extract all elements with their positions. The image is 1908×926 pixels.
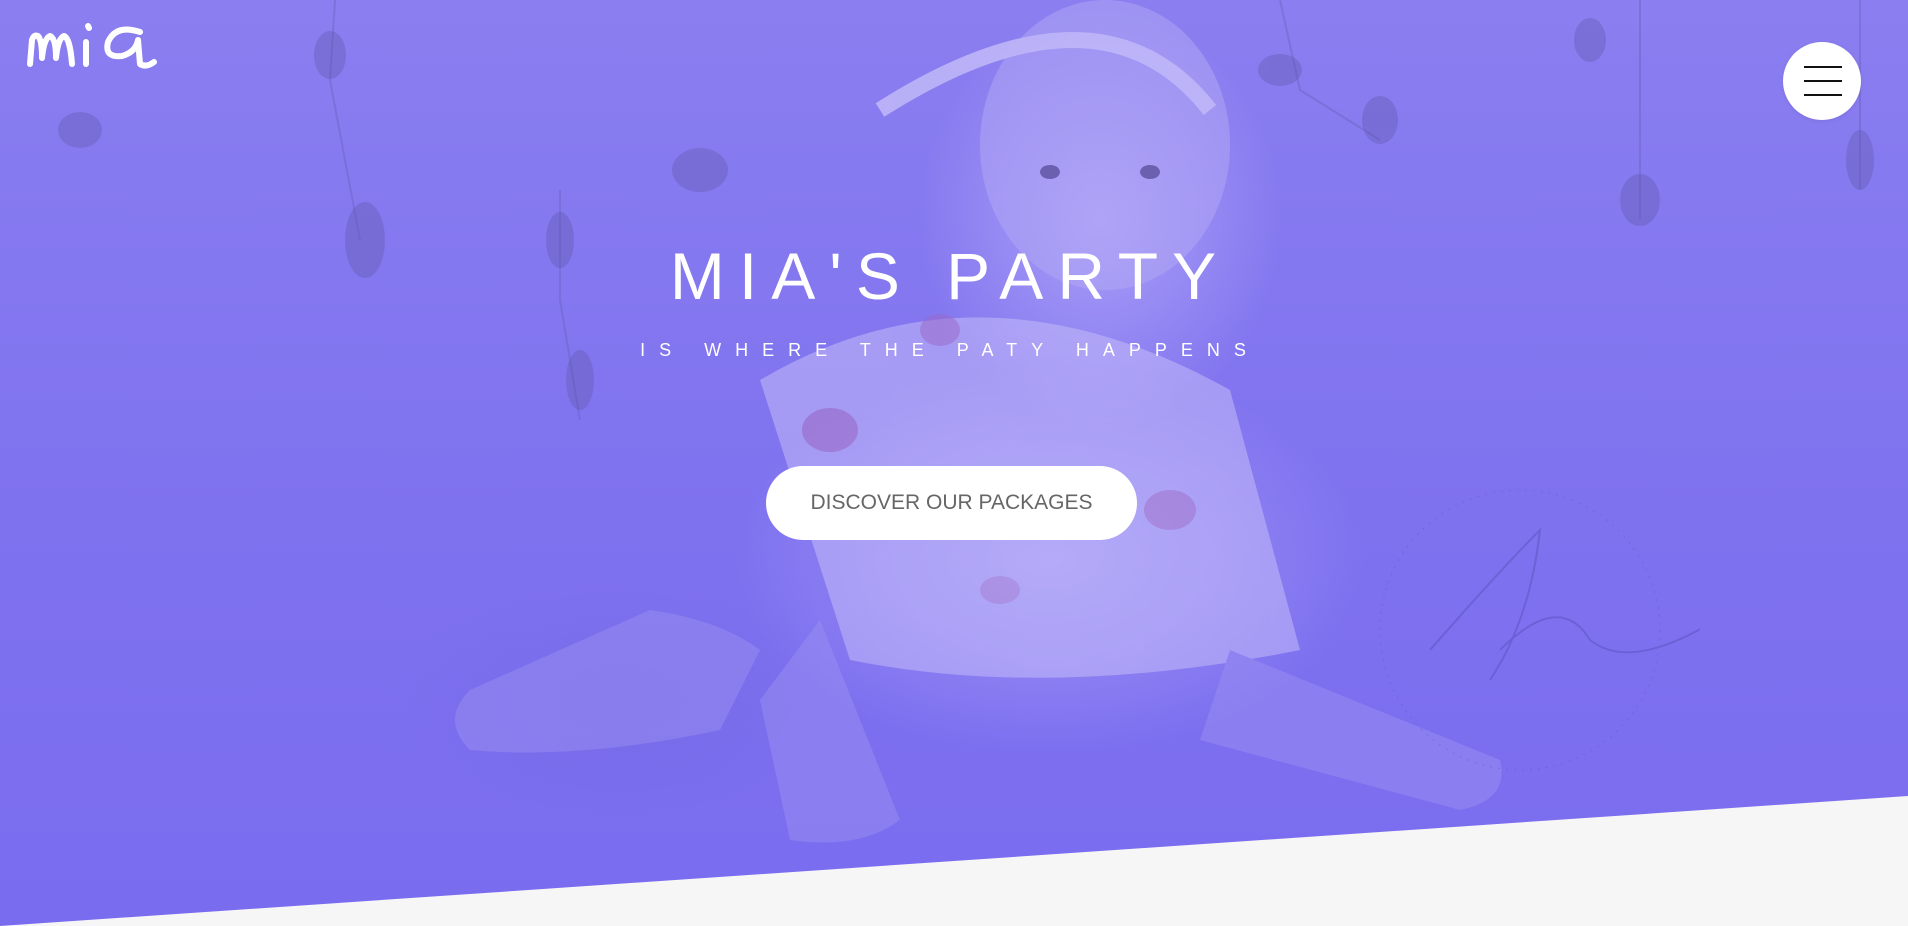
hero-section: MIA'S PARTY IS WHERE THE PATY HAPPENS DI… — [0, 0, 1908, 926]
menu-button[interactable] — [1783, 42, 1861, 120]
mia-logo[interactable] — [26, 18, 162, 76]
discover-packages-button[interactable]: DISCOVER OUR PACKAGES — [766, 466, 1137, 540]
section-divider — [0, 796, 1908, 926]
hamburger-icon-bar — [1804, 80, 1842, 82]
hamburger-icon — [1804, 66, 1842, 68]
hero-title: MIA'S PARTY — [669, 239, 1231, 313]
hero-subtitle: IS WHERE THE PATY HAPPENS — [640, 340, 1260, 360]
hamburger-icon-bar — [1804, 94, 1842, 96]
